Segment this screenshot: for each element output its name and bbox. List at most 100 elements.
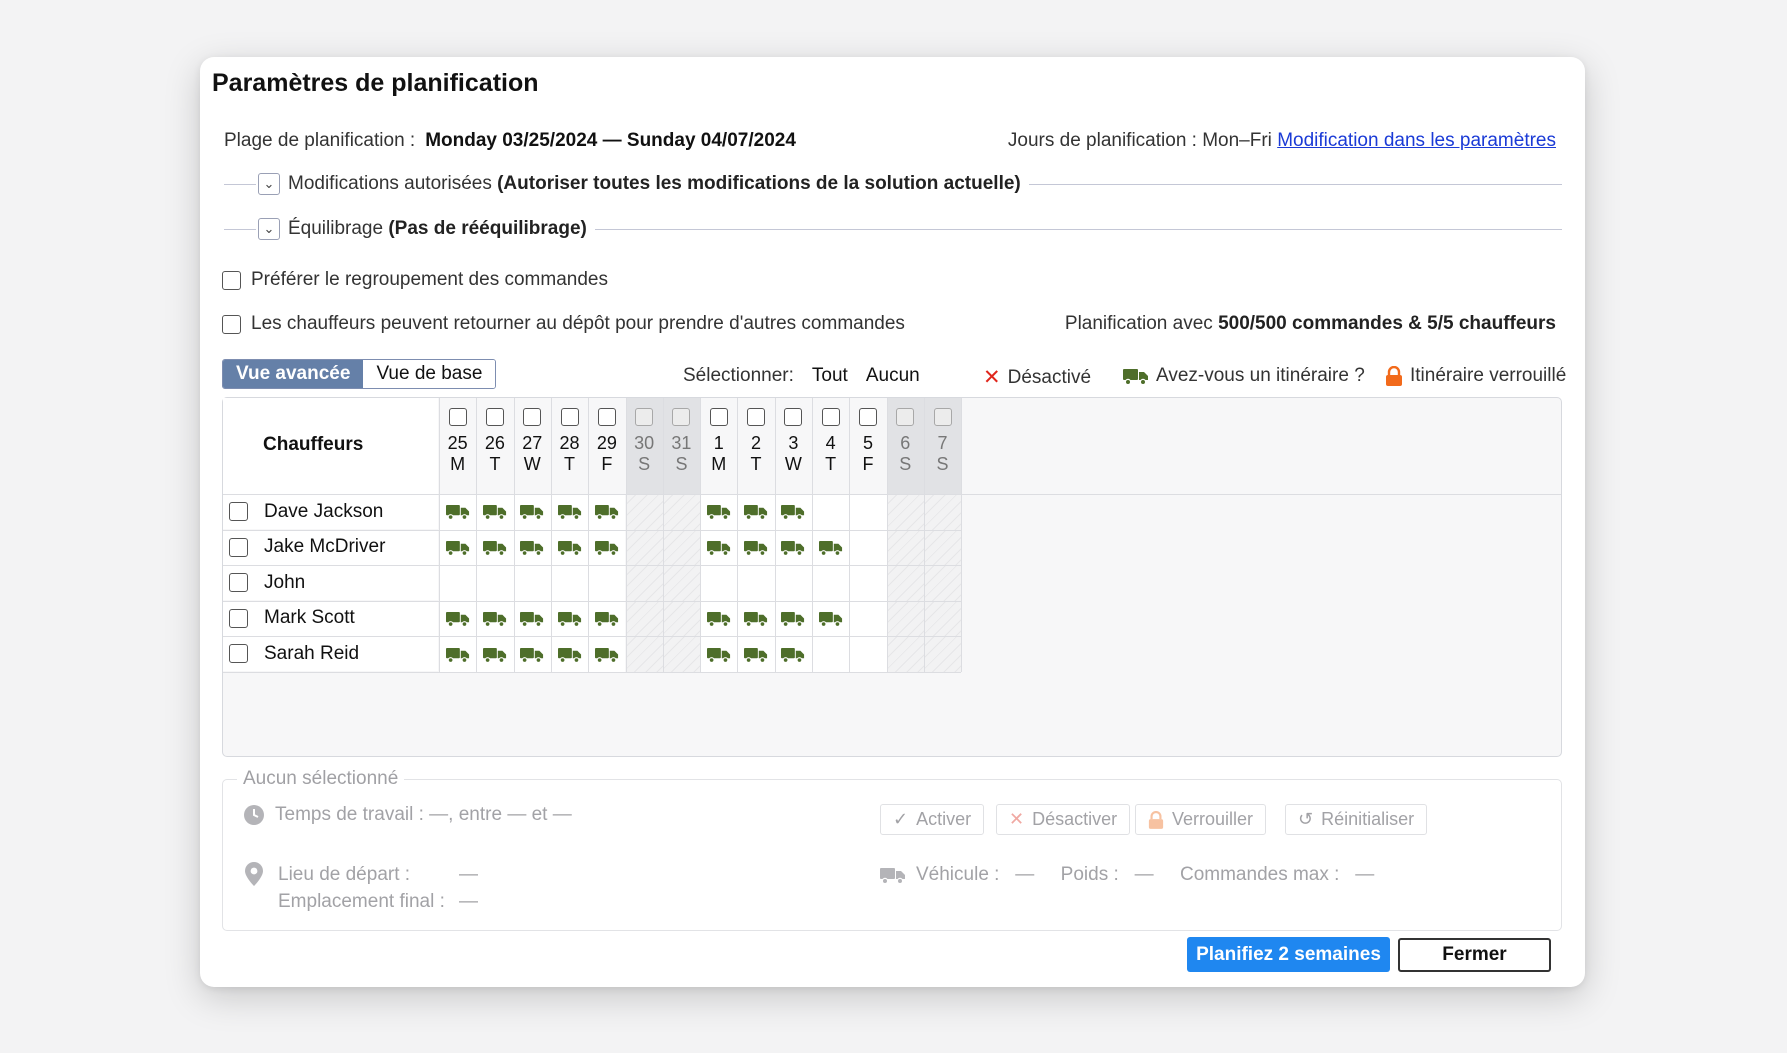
chevron-down-icon[interactable]: ⌄ [258,218,280,240]
schedule-cell[interactable] [513,636,551,672]
schedule-cell[interactable] [588,636,626,672]
schedule-cell[interactable] [737,600,775,637]
schedule-cell[interactable] [662,565,701,601]
schedule-cell[interactable] [550,600,589,637]
schedule-cell[interactable] [588,529,626,566]
schedule-cell[interactable] [700,565,738,601]
schedule-cell[interactable] [923,565,962,601]
schedule-cell[interactable] [737,494,775,530]
day-checkbox[interactable] [635,408,654,426]
schedule-cell[interactable] [849,529,887,566]
schedule-cell[interactable] [886,636,924,672]
schedule-cell[interactable] [737,636,775,672]
schedule-cell[interactable] [439,600,477,637]
schedule-cell[interactable] [476,600,514,637]
day-checkbox[interactable] [672,408,691,426]
schedule-cell[interactable] [923,494,962,530]
schedule-cell[interactable] [886,529,924,566]
schedule-cell[interactable] [700,600,738,637]
day-checkbox[interactable] [858,408,877,426]
schedule-cell[interactable] [774,636,812,672]
day-checkbox[interactable] [560,408,579,426]
schedule-cell[interactable] [439,529,477,566]
schedule-cell[interactable] [812,529,850,566]
schedule-cell[interactable] [476,529,514,566]
schedule-cell[interactable] [513,600,551,637]
schedule-cell[interactable] [812,494,850,530]
schedule-cell[interactable] [513,565,551,601]
schedule-cell[interactable] [886,565,924,601]
schedule-cell[interactable] [662,600,701,637]
schedule-cell[interactable] [774,494,812,530]
driver-row-label[interactable]: Mark Scott [229,601,355,636]
day-checkbox[interactable] [821,408,840,426]
schedule-cell[interactable] [774,600,812,637]
driver-checkbox[interactable] [229,644,248,664]
schedule-cell[interactable] [737,565,775,601]
schedule-cell[interactable] [476,636,514,672]
schedule-cell[interactable] [849,600,887,637]
schedule-cell[interactable] [812,600,850,637]
return-depot-checkbox[interactable] [222,314,241,334]
option-return-depot[interactable]: Les chauffeurs peuvent retourner au dépô… [222,313,905,335]
schedule-cell[interactable] [923,636,962,672]
schedule-cell[interactable] [513,529,551,566]
option-regroup[interactable]: Préférer le regroupement des commandes [222,269,608,291]
reset-button[interactable]: ↺ Réinitialiser [1285,804,1428,835]
day-checkbox[interactable] [896,408,915,426]
day-checkbox[interactable] [747,408,766,426]
driver-row-label[interactable]: John [229,565,305,600]
schedule-cell[interactable] [476,494,514,530]
schedule-cell[interactable] [812,636,850,672]
regroup-checkbox[interactable] [222,270,241,290]
chevron-down-icon[interactable]: ⌄ [258,173,280,195]
schedule-cell[interactable] [550,529,589,566]
schedule-cell[interactable] [923,600,962,637]
edit-settings-link[interactable]: Modification dans les paramètres [1277,130,1556,151]
driver-row-label[interactable]: Sarah Reid [229,636,359,671]
schedule-cell[interactable] [550,636,589,672]
driver-checkbox[interactable] [229,537,248,557]
schedule-cell[interactable] [662,494,701,530]
day-checkbox[interactable] [485,408,504,426]
schedule-cell[interactable] [625,494,663,530]
day-checkbox[interactable] [933,408,952,426]
schedule-cell[interactable] [588,494,626,530]
schedule-cell[interactable] [625,636,663,672]
schedule-cell[interactable] [737,529,775,566]
schedule-cell[interactable] [774,529,812,566]
driver-row-label[interactable]: Dave Jackson [229,494,383,529]
balancing-section[interactable]: ⌄ Équilibrage (Pas de rééquilibrage) [224,214,1562,244]
schedule-cell[interactable] [439,494,477,530]
close-button[interactable]: Fermer [1398,938,1551,972]
schedule-cell[interactable] [588,565,626,601]
schedule-cell[interactable] [625,529,663,566]
schedule-cell[interactable] [812,565,850,601]
schedule-cell[interactable] [550,494,589,530]
driver-checkbox[interactable] [229,608,248,628]
schedule-cell[interactable] [849,636,887,672]
select-all-link[interactable]: Tout [812,365,848,387]
schedule-cell[interactable] [439,565,477,601]
day-checkbox[interactable] [597,408,616,426]
plan-button[interactable]: Planifiez 2 semaines [1187,937,1390,972]
lock-button[interactable]: Verrouiller [1135,804,1267,835]
schedule-cell[interactable] [662,636,701,672]
day-checkbox[interactable] [784,408,803,426]
schedule-cell[interactable] [849,494,887,530]
select-none-link[interactable]: Aucun [866,365,920,387]
driver-checkbox[interactable] [229,573,248,593]
modifications-section[interactable]: ⌄ Modifications autorisées (Autoriser to… [224,169,1562,199]
schedule-cell[interactable] [923,529,962,566]
basic-view-tab[interactable]: Vue de base [363,360,496,388]
schedule-cell[interactable] [625,600,663,637]
schedule-cell[interactable] [662,529,701,566]
schedule-cell[interactable] [476,565,514,601]
schedule-cell[interactable] [700,494,738,530]
driver-row-label[interactable]: Jake McDriver [229,530,385,565]
schedule-cell[interactable] [700,529,738,566]
deactivate-button[interactable]: ✕ Désactiver [996,804,1131,835]
schedule-cell[interactable] [849,565,887,601]
schedule-cell[interactable] [550,565,589,601]
driver-checkbox[interactable] [229,502,248,521]
